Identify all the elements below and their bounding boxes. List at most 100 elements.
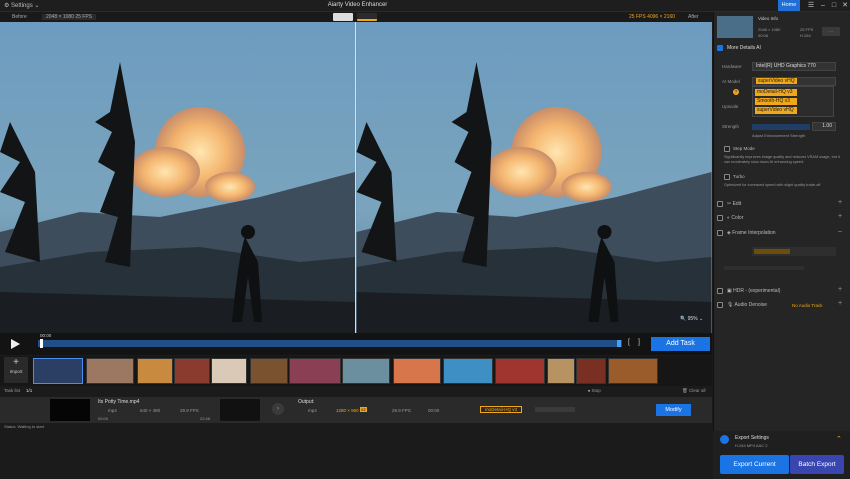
export-settings-sub: H.264 MP4 AAC 2 (735, 443, 768, 448)
help-icon[interactable]: ? (733, 89, 739, 95)
model-option-1[interactable]: moDetail-HQ v3 (755, 89, 797, 96)
video-thumb-11[interactable] (495, 358, 545, 384)
video-thumb-4[interactable] (174, 358, 210, 384)
play-icon[interactable] (9, 338, 21, 350)
export-current-button[interactable]: Export Current (720, 455, 789, 474)
task-progress (535, 407, 575, 412)
video-thumb-13[interactable] (576, 358, 606, 384)
after-pane (356, 22, 712, 333)
video-info-duration: 00:08 (758, 33, 769, 38)
video-thumb-14[interactable] (608, 358, 658, 384)
upscale-label: Upscale (722, 104, 739, 109)
edit-expand-icon[interactable]: + (838, 199, 842, 206)
color-expand-icon[interactable]: + (838, 213, 842, 220)
task-row[interactable]: Its Potty Time.mp4 mp4 640 × 480 29.9 FP… (0, 397, 712, 423)
side-by-side-icon[interactable] (357, 13, 377, 21)
input-thumbnail (50, 399, 90, 421)
strength-slider[interactable] (752, 124, 810, 130)
export-settings-label[interactable]: Export Settings (735, 435, 769, 441)
frame-interp-checkbox[interactable] (717, 230, 723, 236)
add-task-button[interactable]: Add Task (651, 337, 710, 351)
color-checkbox[interactable] (717, 215, 723, 221)
video-thumb-12[interactable] (547, 358, 575, 384)
audio-checkbox[interactable] (717, 302, 723, 308)
video-info-fps: 25 FPS (800, 27, 814, 32)
mark-in-icon[interactable]: [ (628, 339, 630, 346)
task-list-header: Task list 1/1 ⏹ Stop 🗑 Clear all (0, 386, 712, 396)
more-button[interactable]: ··· (822, 27, 840, 36)
video-thumb-1[interactable] (33, 358, 83, 384)
more-details-label: More Details AI (727, 45, 761, 51)
maximize-icon[interactable]: □ (829, 1, 839, 11)
plus-icon: + (13, 357, 19, 368)
home-button[interactable]: Home (778, 0, 800, 11)
compare-splitter[interactable] (355, 22, 356, 333)
audio-label: 🎙 Audio Denoise (727, 302, 767, 308)
video-thumb-10[interactable] (443, 358, 493, 384)
trim-end-handle[interactable] (617, 340, 621, 347)
stop-button[interactable]: ⏹ Stop (588, 388, 601, 393)
import-label: Import (9, 369, 23, 374)
frame-rate-select[interactable] (752, 247, 836, 256)
batch-export-button[interactable]: Batch Export (790, 455, 844, 474)
color-label: ◐ Color (727, 215, 744, 221)
model-option-2[interactable]: Smooth-HQ v3 (755, 98, 797, 105)
task-count: 1/1 (26, 388, 33, 393)
video-info-thumbnail (717, 16, 753, 38)
import-button[interactable]: + Import (4, 357, 28, 383)
zoom-control[interactable]: 🔍 95% ⌄ (680, 316, 703, 322)
edit-checkbox[interactable] (717, 201, 723, 207)
video-thumb-8[interactable] (342, 358, 390, 384)
output-label: Output: (298, 399, 315, 405)
timeline-time: 00:00 (40, 333, 52, 338)
strength-input[interactable]: 1.00 (812, 122, 836, 131)
mark-out-icon[interactable]: ] (638, 339, 640, 346)
video-thumb-6[interactable] (250, 358, 288, 384)
hdr-checkbox[interactable] (717, 288, 723, 294)
close-icon[interactable]: ✕ (840, 1, 850, 11)
ai-model-label: AI Model (722, 79, 740, 84)
split-view-icon[interactable] (333, 13, 353, 21)
export-settings-icon[interactable] (720, 435, 729, 444)
output-format: mp4 (308, 408, 317, 413)
clip-end: 22:48 (200, 416, 211, 421)
output-thumbnail (220, 399, 260, 421)
model-option-3[interactable]: superVideo vHQ (755, 107, 797, 114)
video-preview[interactable] (0, 22, 712, 333)
step-mode-checkbox[interactable] (724, 146, 730, 152)
video-thumb-2[interactable] (86, 358, 134, 384)
more-details-checkbox[interactable] (717, 45, 723, 51)
video-thumb-9[interactable] (393, 358, 441, 384)
output-fps: 29.9 FPS (392, 408, 411, 413)
before-pane (0, 22, 355, 333)
modify-button[interactable]: Modify (656, 404, 691, 416)
model-badge: moDetail-HQ v3 (480, 406, 523, 413)
input-format: mp4 (108, 408, 117, 413)
menu-icon[interactable]: ☰ (806, 1, 816, 11)
hdr-expand-icon[interactable]: + (838, 286, 842, 293)
chevron-up-icon[interactable]: ⌃ (836, 435, 842, 443)
turbo-desc: Optimized for increased speed with sligh… (724, 183, 821, 187)
audio-expand-icon[interactable]: + (838, 300, 842, 307)
clear-all-button[interactable]: 🗑 Clear all (682, 388, 705, 394)
input-resolution: 640 × 480 (140, 408, 161, 413)
video-thumb-5[interactable] (211, 358, 247, 384)
step-mode-label: Step Mode (733, 146, 755, 151)
video-thumb-3[interactable] (137, 358, 173, 384)
hardware-value: Intel(R) UHD Graphics 770 (756, 63, 816, 69)
frame-interp-collapse-icon[interactable]: – (838, 228, 842, 235)
strength-label: Strength (722, 124, 740, 129)
hdr-label: ▣ HDR - (experimental) (727, 288, 781, 294)
upscale-badge: x2 (360, 407, 367, 412)
hardware-select[interactable]: Intel(R) UHD Graphics 770 (752, 62, 836, 71)
turbo-checkbox[interactable] (724, 174, 730, 180)
task-filename: Its Potty Time.mp4 (98, 399, 140, 405)
ai-model-value: superVideo vHQ (756, 78, 797, 84)
timeline-track[interactable] (38, 340, 622, 347)
edit-text: Edit (732, 201, 742, 207)
video-info-res: 2048 × 1080 (758, 27, 781, 32)
ai-model-select[interactable]: superVideo vHQ (752, 77, 836, 86)
minimize-icon[interactable]: – (818, 1, 828, 11)
video-thumb-7[interactable] (289, 358, 341, 384)
playhead-handle[interactable] (40, 339, 43, 348)
